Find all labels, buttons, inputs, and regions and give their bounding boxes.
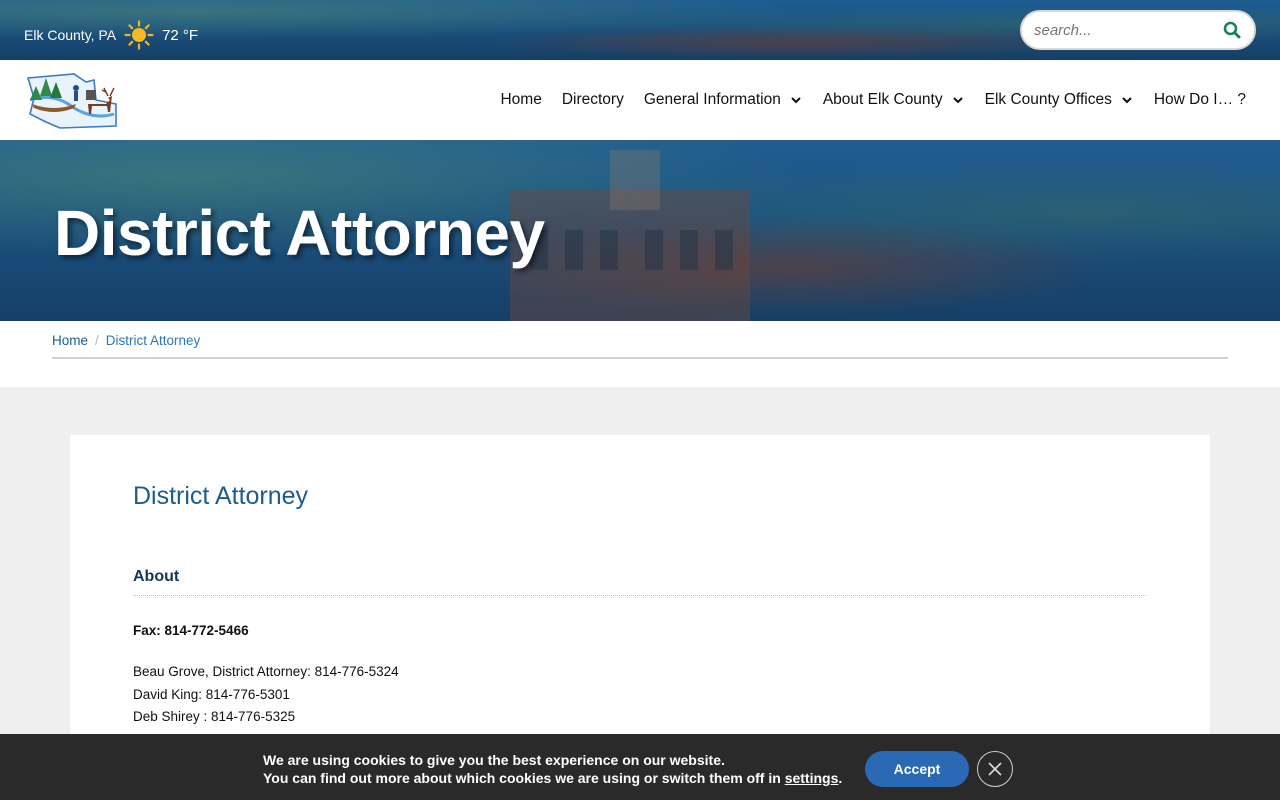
close-cookie-button[interactable] [977, 751, 1013, 787]
top-bar: Elk County, PA 72 °F [0, 0, 1280, 60]
sun-icon [124, 20, 154, 50]
contact-item: David King: 814-776-5301 [133, 686, 290, 702]
accept-cookies-button[interactable]: Accept [865, 751, 969, 787]
location-label: Elk County, PA [24, 27, 117, 43]
about-heading: About [133, 568, 180, 585]
nav-directory[interactable]: Directory [562, 91, 624, 109]
cookie-message: We are using cookies to give you the bes… [263, 751, 842, 787]
page-hero: District Attorney [0, 140, 1280, 321]
temperature: 72 °F [162, 26, 199, 44]
site-header: Home Directory General Information About… [0, 60, 1280, 140]
nav-elk-county-offices[interactable]: Elk County Offices [985, 91, 1134, 109]
nav-general-information[interactable]: General Information [644, 91, 803, 109]
chevron-down-icon [1122, 97, 1132, 104]
cookie-line-1: We are using cookies to give you the bes… [263, 752, 725, 768]
cookie-settings-link[interactable]: settings [785, 770, 839, 786]
breadcrumb-home-link[interactable]: Home [52, 333, 88, 348]
close-icon [988, 762, 1002, 776]
breadcrumb-current: District Attorney [105, 332, 201, 348]
search-box [1020, 10, 1256, 50]
chevron-down-icon [791, 97, 801, 104]
hero-title: District Attorney [54, 197, 545, 269]
cookie-banner: We are using cookies to give you the bes… [0, 734, 1280, 800]
contact-item: Deb Shirey : 814-776-5325 [133, 709, 296, 724]
main-nav: Home Directory General Information About… [480, 60, 1280, 140]
contact-item: Beau Grove, District Attorney: 814-776-5… [133, 664, 399, 679]
nav-home[interactable]: Home [500, 91, 541, 109]
fax-number: Fax: 814-772-5466 [133, 623, 249, 638]
section-divider [133, 595, 1146, 596]
search-icon[interactable] [1222, 20, 1242, 40]
nav-how-do-i[interactable]: How Do I… ? [1154, 91, 1246, 109]
cookie-line-2: You can find out more about which cookie… [263, 770, 843, 786]
nav-about-elk-county[interactable]: About Elk County [823, 91, 965, 109]
breadcrumb: Home / District Attorney [52, 331, 1228, 359]
location-weather: Elk County, PA 72 °F [24, 20, 198, 50]
breadcrumb-separator: / [95, 332, 99, 348]
page-title: District Attorney [133, 482, 309, 510]
search-input[interactable] [1022, 21, 1212, 39]
elk-county-logo[interactable] [24, 70, 118, 130]
chevron-down-icon [952, 97, 963, 104]
breadcrumb-area: Home / District Attorney [0, 321, 1280, 387]
